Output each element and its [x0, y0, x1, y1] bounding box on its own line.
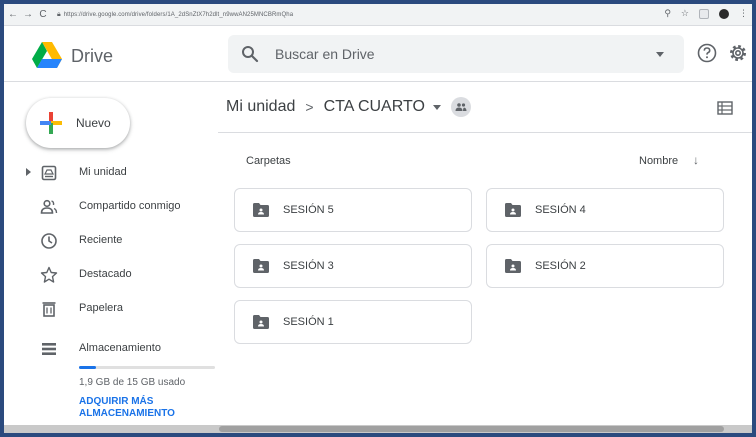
folder-name: SESIÓN 4: [535, 204, 586, 216]
people-icon: [455, 103, 467, 111]
shared-folder-icon[interactable]: [450, 97, 471, 117]
shared-people-icon: [40, 199, 58, 214]
folder-card[interactable]: SESIÓN 3: [234, 244, 472, 288]
back-button[interactable]: ←: [7, 9, 19, 20]
search-icon[interactable]: [241, 45, 259, 63]
breadcrumb-root[interactable]: Mi unidad: [226, 98, 295, 116]
folder-card[interactable]: SESIÓN 2: [486, 244, 724, 288]
new-button[interactable]: Nuevo: [26, 98, 130, 148]
header-divider: [218, 132, 752, 133]
address-bar[interactable]: https://drive.google.com/drive/folders/1…: [64, 12, 293, 18]
storage-icon: [42, 343, 56, 355]
search-input[interactable]: Buscar en Drive: [228, 35, 684, 73]
bookmark-star-icon[interactable]: ☆: [681, 8, 689, 19]
shared-folder-icon: [253, 203, 269, 217]
browser-window: ← → C 🔒︎ https://drive.google.com/drive/…: [4, 4, 752, 433]
folder-name: SESIÓN 5: [283, 204, 334, 216]
profile-icon[interactable]: [719, 8, 729, 19]
storage-usage-text: 1,9 GB de 15 GB usado: [79, 377, 186, 388]
horizontal-scrollbar[interactable]: [4, 425, 752, 433]
folder-card[interactable]: SESIÓN 5: [234, 188, 472, 232]
help-icon[interactable]: [697, 43, 717, 63]
forward-button[interactable]: →: [22, 9, 34, 20]
sidebar-item-label: Reciente: [79, 234, 123, 246]
plus-icon: [40, 112, 62, 134]
list-view-icon[interactable]: [717, 101, 733, 115]
sort-direction-icon[interactable]: ↓: [693, 153, 699, 167]
folders-section-label: Carpetas: [246, 155, 291, 167]
clock-icon: [41, 233, 57, 249]
folder-menu-caret-icon[interactable]: [432, 104, 441, 110]
sidebar-item-recent[interactable]: Reciente: [4, 226, 219, 256]
drive-logo-icon[interactable]: [32, 42, 62, 68]
search-options-icon[interactable]: [656, 52, 664, 57]
sidebar-item-label: Compartido conmigo: [79, 200, 181, 212]
buy-storage-link[interactable]: ADQUIRIR MÁS ALMACENAMIENTO: [79, 396, 189, 420]
browser-menu-icon[interactable]: ⋮: [739, 8, 748, 19]
folder-name: SESIÓN 3: [283, 260, 334, 272]
sidebar-item-label: Destacado: [79, 268, 132, 280]
sidebar-item-storage[interactable]: Almacenamiento: [4, 334, 219, 364]
storage-usage-bar: [79, 366, 215, 369]
extension-icon[interactable]: [699, 8, 709, 19]
scrollbar-thumb[interactable]: [219, 426, 724, 432]
trash-icon: [42, 302, 56, 317]
breadcrumb-separator: >: [305, 99, 314, 115]
sidebar-item-starred[interactable]: Destacado: [4, 260, 219, 290]
sidebar-item-label: Mi unidad: [79, 166, 127, 178]
breadcrumb: Mi unidad > CTA CUARTO: [226, 92, 471, 122]
folder-name: SESIÓN 2: [535, 260, 586, 272]
new-button-label: Nuevo: [76, 116, 111, 130]
expand-arrow-icon[interactable]: [26, 168, 31, 176]
star-icon: [40, 266, 58, 283]
shared-folder-icon: [505, 259, 521, 273]
folder-name: SESIÓN 1: [283, 316, 334, 328]
shared-folder-icon: [505, 203, 521, 217]
zoom-icon[interactable]: ⚲: [664, 8, 671, 19]
sidebar-item-shared[interactable]: Compartido conmigo: [4, 192, 219, 222]
sidebar-item-label: Papelera: [79, 302, 124, 314]
sidebar-item-trash[interactable]: Papelera: [4, 294, 219, 324]
my-drive-icon: [41, 165, 57, 181]
folder-card[interactable]: SESIÓN 4: [486, 188, 724, 232]
browser-toolbar: ← → C 🔒︎ https://drive.google.com/drive/…: [4, 4, 752, 26]
lock-icon: 🔒︎: [57, 10, 61, 18]
browser-actions: ⚲ ☆ ⋮: [664, 8, 748, 19]
search-placeholder: Buscar en Drive: [275, 46, 375, 62]
gear-icon[interactable]: [728, 43, 748, 63]
shared-folder-icon: [253, 315, 269, 329]
reload-button[interactable]: C: [37, 9, 49, 20]
brand-name[interactable]: Drive: [71, 46, 113, 67]
sort-by-name-button[interactable]: Nombre: [639, 155, 678, 167]
sidebar-item-my-drive[interactable]: Mi unidad: [4, 158, 219, 188]
folder-card[interactable]: SESIÓN 1: [234, 300, 472, 344]
sidebar-item-label: Almacenamiento: [79, 342, 161, 354]
breadcrumb-current[interactable]: CTA CUARTO: [324, 98, 425, 116]
shared-folder-icon: [253, 259, 269, 273]
drive-header: Drive Buscar en Drive: [4, 27, 752, 82]
storage-usage-fill: [79, 366, 97, 369]
